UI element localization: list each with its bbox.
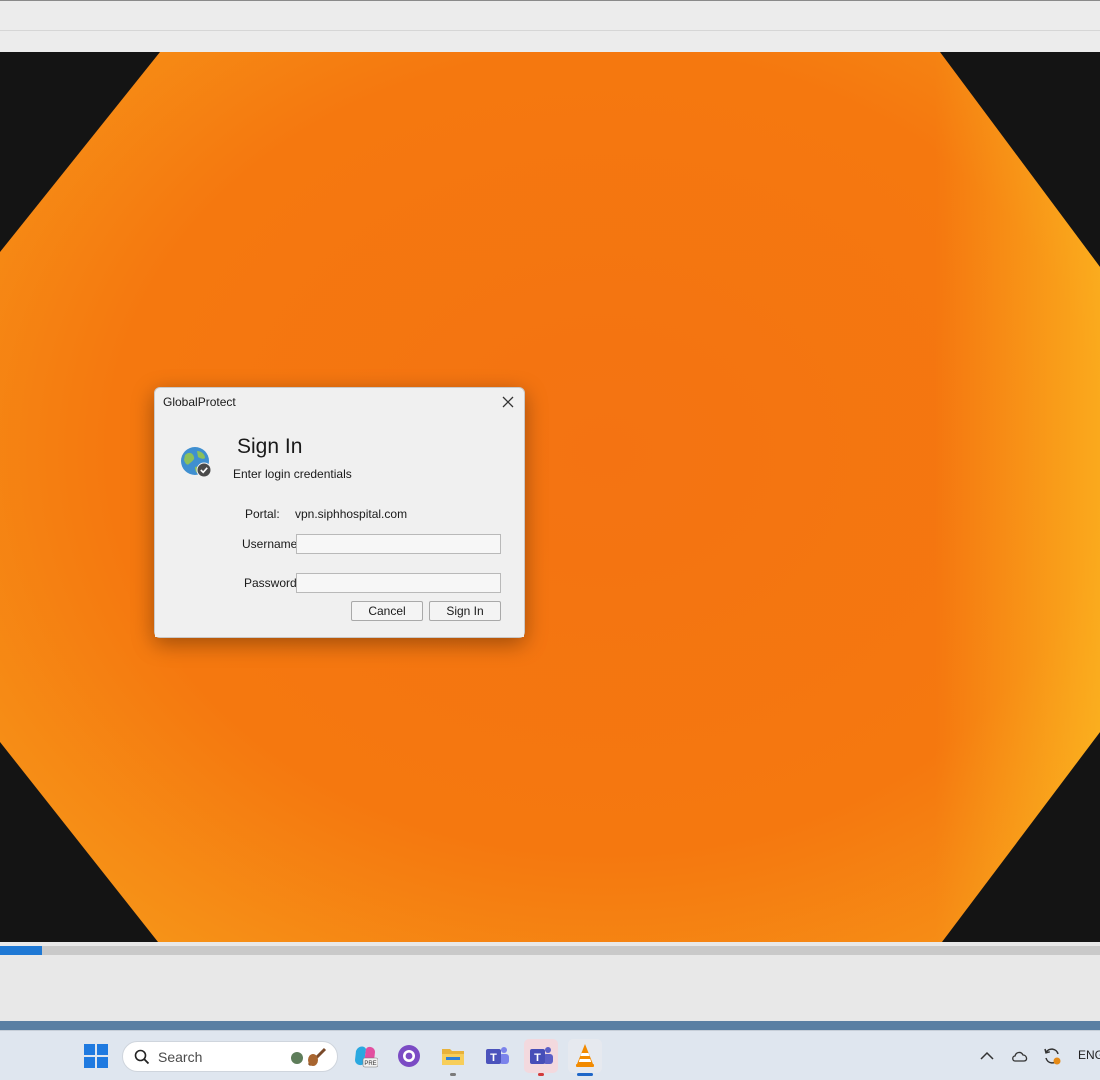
cancel-button[interactable]: Cancel xyxy=(351,601,423,621)
sign-in-subheading: Enter login credentials xyxy=(233,467,352,481)
globalprotect-globe-icon xyxy=(181,447,212,478)
running-indicator xyxy=(450,1073,456,1076)
file-explorer-icon xyxy=(442,1049,464,1065)
search-icon xyxy=(134,1049,150,1065)
app-title-bar xyxy=(0,0,1100,30)
taskbar-github[interactable] xyxy=(392,1039,426,1073)
copilot-icon: PRE xyxy=(355,1046,378,1068)
seek-progress-fill xyxy=(0,946,42,955)
globalprotect-dialog: GlobalProtect Sign In Enter login creden… xyxy=(154,387,525,638)
windows-start-icon xyxy=(84,1044,108,1068)
portal-label: Portal: xyxy=(245,507,280,521)
seek-track[interactable] xyxy=(0,946,1100,955)
sign-in-button[interactable]: Sign In xyxy=(429,601,501,621)
password-field[interactable] xyxy=(296,573,501,593)
running-indicator xyxy=(538,1073,544,1076)
search-highlight-icon xyxy=(291,1047,327,1067)
windows-taskbar: Search PRE T T ENG xyxy=(0,1030,1100,1080)
sign-in-heading: Sign In xyxy=(237,435,303,458)
start-button[interactable] xyxy=(79,1039,113,1073)
search-placeholder: Search xyxy=(158,1049,203,1065)
tray-onedrive[interactable] xyxy=(1005,1039,1035,1073)
desktop-wallpaper-strip xyxy=(0,1021,1100,1030)
chevron-up-icon xyxy=(980,1051,994,1060)
dialog-body: Sign In Enter login credentials Portal: … xyxy=(155,417,524,637)
taskbar-search[interactable]: Search xyxy=(122,1041,338,1072)
language-indicator[interactable]: ENG xyxy=(1078,1048,1100,1062)
seek-bar[interactable] xyxy=(0,942,1100,958)
show-hidden-icons-button[interactable] xyxy=(972,1039,1002,1073)
dialog-title: GlobalProtect xyxy=(163,395,236,409)
taskbar-vlc[interactable] xyxy=(568,1039,602,1076)
svg-text:T: T xyxy=(490,1052,497,1064)
password-label: Password xyxy=(244,576,297,590)
close-icon xyxy=(502,396,514,408)
taskbar-teams[interactable]: T xyxy=(480,1039,514,1073)
teams-work-icon: T xyxy=(530,1047,553,1064)
taskbar-copilot[interactable]: PRE xyxy=(348,1039,382,1073)
taskbar-file-explorer[interactable] xyxy=(436,1039,470,1076)
teams-icon: T xyxy=(486,1047,509,1064)
username-field[interactable] xyxy=(296,534,501,554)
app-menu-bar xyxy=(0,30,1100,52)
taskbar-teams-work[interactable]: T xyxy=(524,1039,558,1076)
username-label: Username xyxy=(242,537,298,551)
active-app-indicator xyxy=(577,1073,593,1076)
sync-icon xyxy=(1044,1048,1061,1065)
player-controls-panel xyxy=(0,958,1100,1021)
vlc-icon xyxy=(576,1044,594,1067)
onedrive-icon xyxy=(1012,1051,1028,1062)
svg-text:PRE: PRE xyxy=(364,1061,376,1067)
portal-value: vpn.siphhospital.com xyxy=(295,507,408,521)
tray-sync[interactable] xyxy=(1037,1039,1067,1073)
close-button[interactable] xyxy=(498,392,518,412)
svg-text:T: T xyxy=(534,1052,541,1064)
github-desktop-icon xyxy=(398,1045,420,1067)
